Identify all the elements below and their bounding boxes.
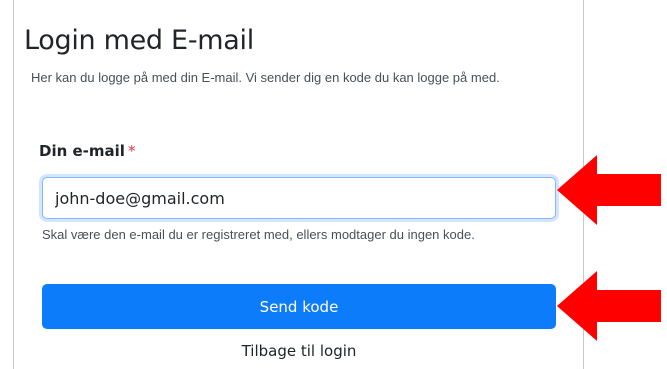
- login-description: Her kan du logge på med din E-mail. Vi s…: [31, 70, 500, 85]
- login-page: Login med E-mail Her kan du logge på med…: [0, 0, 667, 369]
- send-code-button[interactable]: Send kode: [42, 284, 556, 329]
- required-marker: *: [127, 142, 136, 160]
- email-label: Din e-mail *: [39, 142, 135, 160]
- arrow-left-icon: [557, 155, 661, 225]
- email-input[interactable]: [42, 177, 556, 219]
- email-label-text: Din e-mail: [39, 142, 125, 160]
- page-title: Login med E-mail: [24, 25, 254, 56]
- arrow-left-icon: [557, 271, 661, 341]
- back-to-login-link[interactable]: Tilbage til login: [42, 342, 556, 360]
- email-help-text: Skal være den e-mail du er registreret m…: [42, 227, 475, 242]
